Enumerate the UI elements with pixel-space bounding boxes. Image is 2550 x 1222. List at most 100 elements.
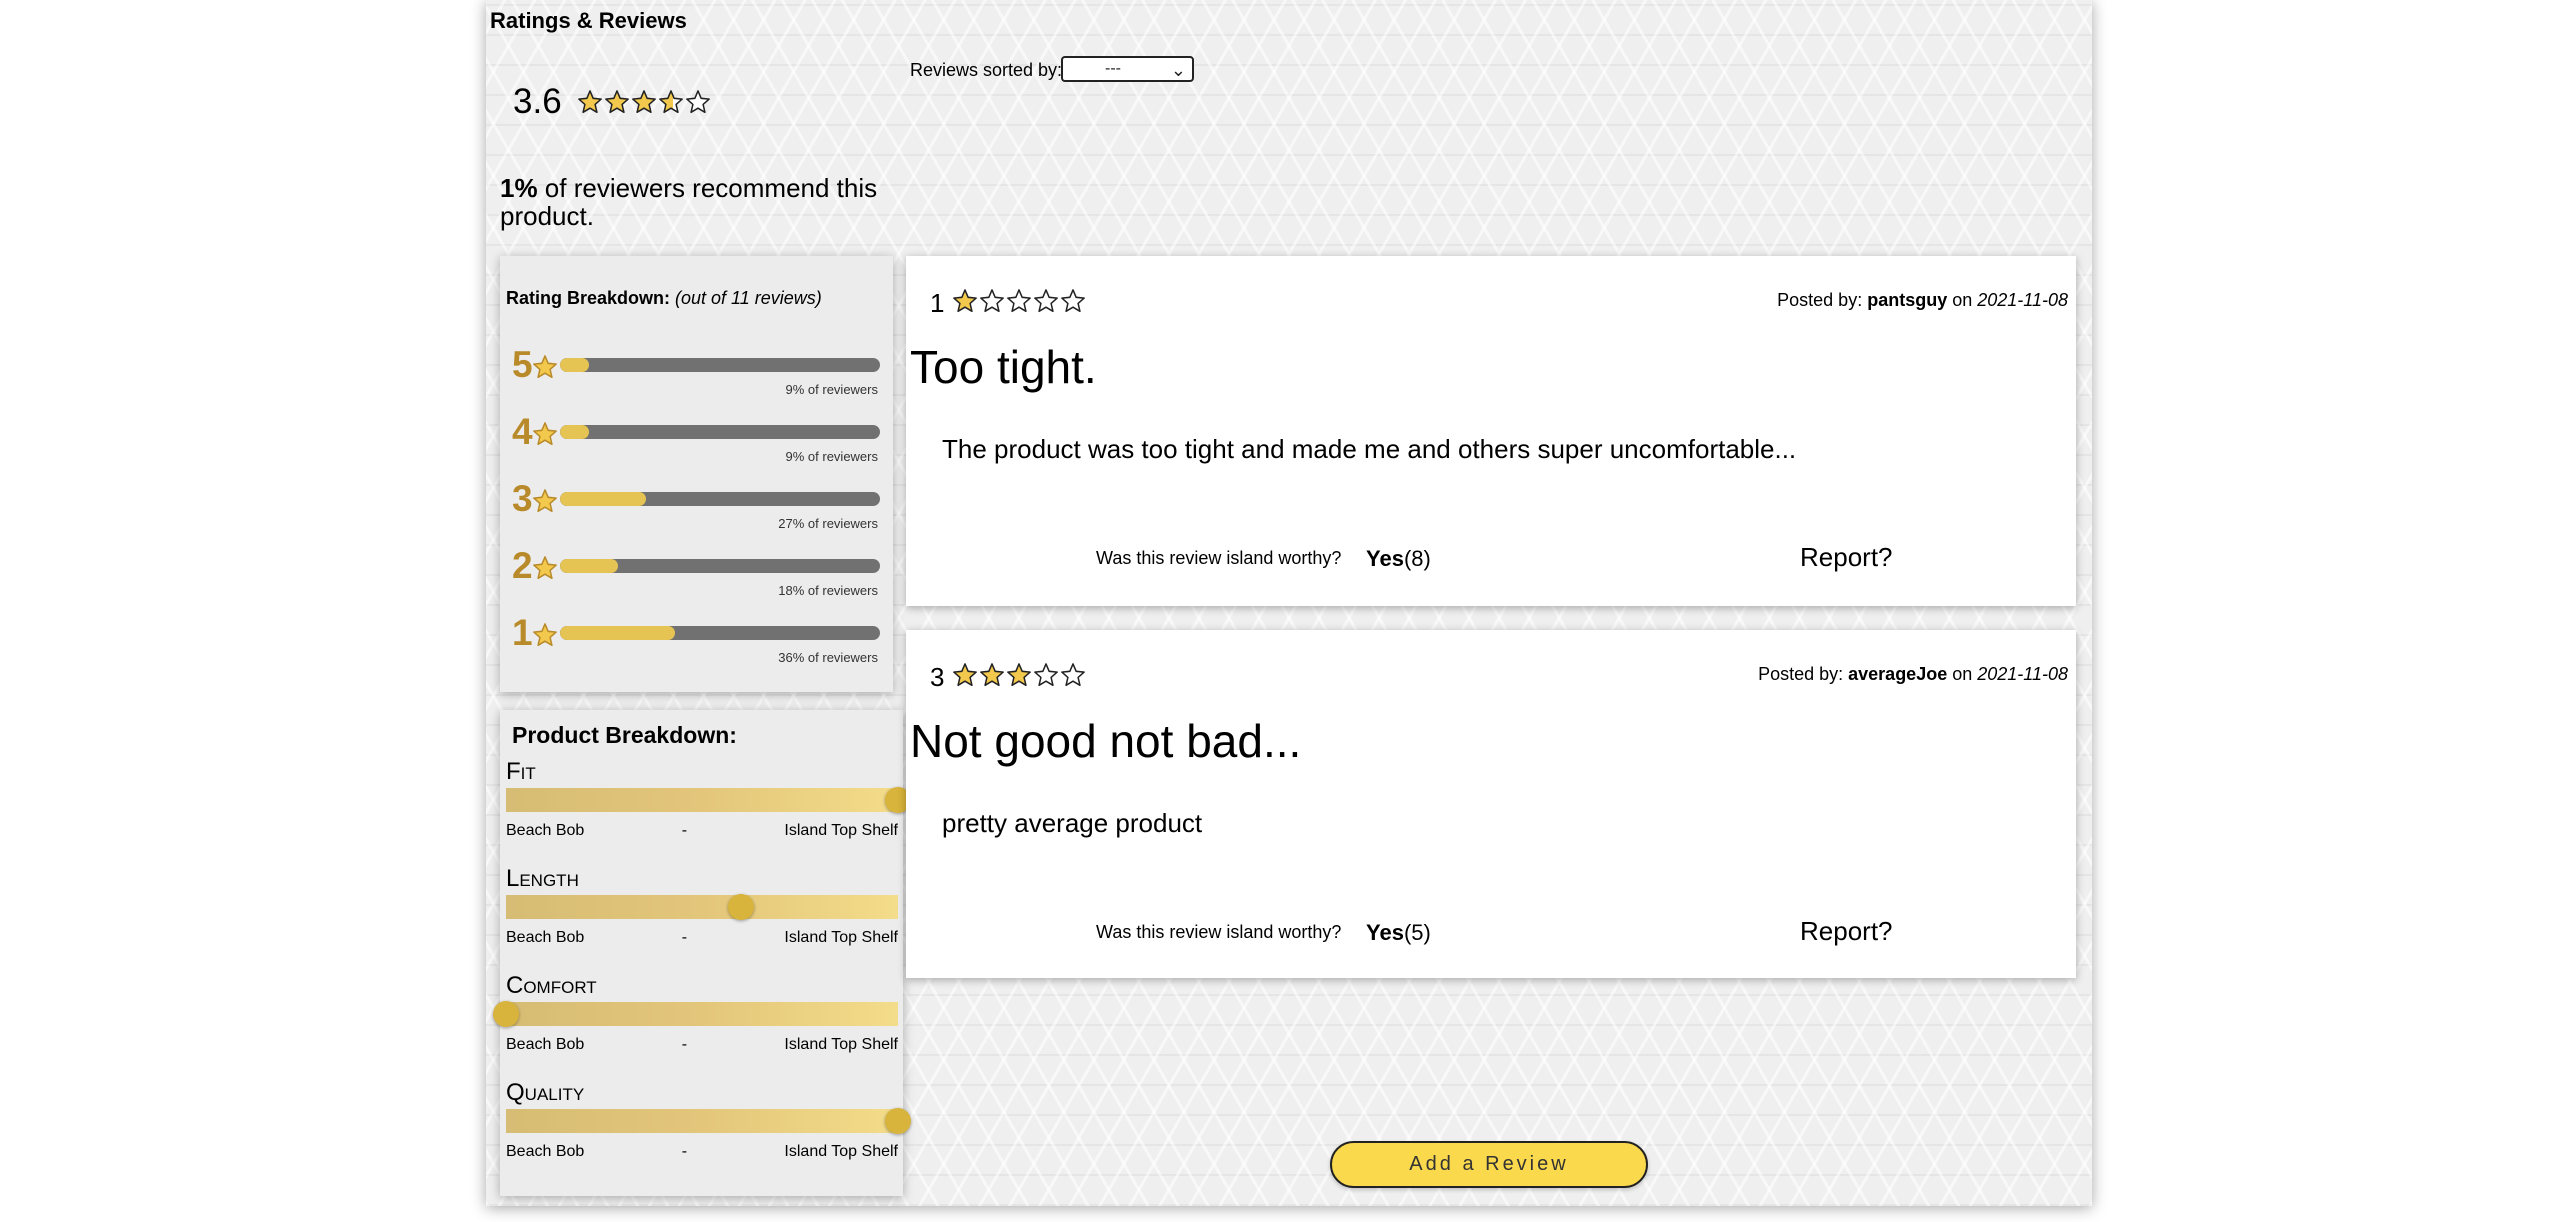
rating-bar (560, 559, 880, 573)
rating-percent-label: 9% of reviewers (785, 382, 878, 397)
recommend-text: 1% of reviewers recommend this product. (500, 174, 900, 230)
star-icon (979, 288, 1005, 314)
review-body: The product was too tight and made me an… (942, 434, 1797, 464)
factor-comfort: Comfort Beach Bob - Island Top Shelf (493, 972, 898, 1072)
rating-bar (560, 492, 880, 506)
factor-name: Quality (506, 1079, 585, 1106)
factor-slider-thumb (493, 1001, 519, 1027)
rating-breakdown-row[interactable]: 4 9% of reviewers (512, 411, 892, 471)
star-icon (979, 662, 1005, 688)
sort-selected-value: --- (1105, 60, 1121, 77)
star-icon (577, 89, 603, 115)
review-user: pantsguy (1867, 290, 1948, 310)
factor-low-label: Beach Bob (506, 822, 585, 839)
posted-prefix: Posted by: (1758, 664, 1849, 684)
posted-on: on (1947, 664, 1978, 684)
rating-star-count: 2 (512, 545, 533, 586)
factor-high-label: Island Top Shelf (784, 1036, 898, 1053)
helpful-question: Was this review island worthy? (1096, 548, 1342, 568)
star-icon (631, 89, 657, 115)
rating-breakdown-count: (out of 11 reviews) (675, 288, 822, 308)
rating-breakdown-header: Rating Breakdown: (out of 11 reviews) (506, 288, 822, 309)
helpful-yes-button[interactable]: Yes(5) (1366, 920, 1431, 946)
factor-low-label: Beach Bob (506, 1036, 585, 1053)
rating-percent-label: 9% of reviewers (785, 449, 878, 464)
rating-bar-fill (560, 425, 589, 439)
rating-breakdown-row[interactable]: 1 36% of reviewers (512, 612, 892, 672)
average-rating: 3.6 (513, 82, 712, 122)
star-icon (532, 354, 558, 380)
helpful-yes-count: (5) (1403, 920, 1431, 945)
star-icon (658, 89, 684, 115)
helpful-yes-label: Yes (1366, 920, 1404, 945)
helpful-yes-count: (8) (1403, 546, 1431, 571)
rating-percent-label: 27% of reviewers (778, 516, 878, 531)
star-icon (952, 288, 978, 314)
factor-low-label: Beach Bob (506, 1143, 585, 1160)
review-title: Too tight. (910, 341, 1097, 393)
factor-quality: Quality Beach Bob - Island Top Shelf (506, 1079, 911, 1179)
factor-low-label: Beach Bob (506, 929, 585, 946)
star-icon (1006, 288, 1032, 314)
star-icon (1033, 288, 1059, 314)
recommend-percent: 1% (500, 173, 538, 203)
review-posted-by: Posted by: averageJoe on 2021-11-08 (1758, 664, 2068, 685)
posted-prefix: Posted by: (1777, 290, 1868, 310)
rating-percent-label: 36% of reviewers (778, 650, 878, 665)
star-icon (532, 488, 558, 514)
rating-breakdown-row[interactable]: 2 18% of reviewers (512, 545, 892, 605)
helpful-yes-label: Yes (1366, 546, 1404, 571)
review-rating: 3 (930, 662, 945, 692)
rating-breakdown-row[interactable]: 3 27% of reviewers (512, 478, 892, 538)
factor-mid-label: - (681, 1036, 688, 1053)
review-stars (952, 662, 1087, 688)
star-icon (604, 89, 630, 115)
review-rating: 1 (930, 288, 945, 318)
factor-fit: Fit Beach Bob - Island Top Shelf (506, 758, 911, 858)
sort-label: Reviews sorted by: (910, 60, 1063, 80)
review-body: pretty average product (942, 808, 1203, 838)
posted-on: on (1947, 290, 1978, 310)
rating-bar-fill (560, 358, 589, 372)
rating-star-count: 1 (512, 612, 533, 653)
review-title: Not good not bad... (910, 715, 1302, 767)
add-review-button[interactable]: Add a Review (1330, 1141, 1648, 1188)
factor-name: Fit (506, 758, 536, 785)
factor-high-label: Island Top Shelf (784, 1143, 898, 1160)
sort-select[interactable]: --- ⌄ (1061, 56, 1194, 82)
rating-bar-fill (560, 492, 647, 506)
review-posted-by: Posted by: pantsguy on 2021-11-08 (1777, 290, 2068, 311)
star-icon (1006, 662, 1032, 688)
factor-mid-label: - (681, 1143, 688, 1160)
factor-slider-thumb (885, 1108, 911, 1134)
factor-slider (493, 1001, 898, 1027)
average-stars (577, 89, 712, 115)
factor-mid-label: - (681, 929, 688, 946)
rating-breakdown-row[interactable]: 5 9% of reviewers (512, 344, 892, 404)
rating-breakdown-label: Rating Breakdown: (506, 288, 671, 308)
factor-length: Length Beach Bob - Island Top Shelf (506, 865, 898, 965)
star-icon (532, 421, 558, 447)
rating-star-count: 4 (512, 411, 533, 452)
average-rating-value: 3.6 (513, 82, 562, 121)
helpful-yes-button[interactable]: Yes(8) (1366, 546, 1431, 572)
report-button[interactable]: Report? (1800, 916, 1893, 947)
review-card: 3 Posted by: averageJoe on 2021-11-08 No… (906, 630, 2076, 978)
review-card: 1 Posted by: pantsguy on 2021-11-08 Too … (906, 256, 2076, 606)
report-button[interactable]: Report? (1800, 542, 1893, 573)
factor-name: Length (506, 865, 579, 892)
factor-slider (506, 894, 898, 920)
review-date: 2021-11-08 (1977, 664, 2068, 684)
factor-high-label: Island Top Shelf (784, 929, 898, 946)
star-icon (1033, 662, 1059, 688)
factor-scale: Beach Bob - Island Top Shelf (506, 1143, 898, 1161)
star-icon (532, 622, 558, 648)
factor-mid-label: - (681, 822, 688, 839)
rating-bar-fill (560, 559, 618, 573)
star-icon (685, 89, 711, 115)
rating-bar (560, 358, 880, 372)
recommend-label: of reviewers recommend this product. (500, 173, 878, 232)
factor-scale: Beach Bob - Island Top Shelf (506, 1036, 898, 1054)
rating-bar (560, 425, 880, 439)
section-title: Ratings & Reviews (490, 8, 687, 33)
